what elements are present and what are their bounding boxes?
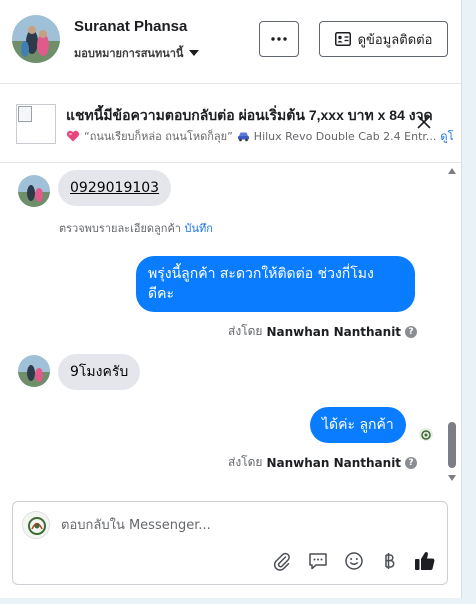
ad-context-card: แชทนี้มีข้อความตอบกลับต่อ ผ่อนเริ่มต้น 7… [0, 85, 461, 163]
seen-avatar [419, 427, 433, 441]
assign-label: มอบหมายการสนทนานี้ [74, 47, 184, 60]
conversation-panel: Suranat Phansa มอบหมายการสนทนานี้ ดูข้อม… [0, 0, 462, 598]
baht-icon [385, 553, 395, 569]
contact-avatar-small [18, 175, 50, 207]
sender-name: Nanwhan Nanthanit [266, 324, 402, 339]
like-button[interactable] [413, 549, 437, 573]
message-list: 0929019103 ตรวจพบรายละเอียดลูกค้า บันทึก… [0, 164, 461, 494]
sent-by-label: ส่งโดย [228, 324, 263, 338]
emoji-icon [345, 552, 363, 570]
help-icon[interactable]: ? [405, 325, 418, 338]
sent-by-row: ส่งโดย Nanwhan Nanthanit ? [228, 322, 418, 341]
incoming-message[interactable]: 9โมงครับ [58, 354, 141, 390]
payment-button[interactable] [377, 549, 401, 573]
page-avatar [22, 511, 50, 539]
phone-number[interactable]: 0929019103 [70, 180, 159, 196]
message-scrollbar[interactable] [446, 164, 458, 490]
view-ad-link[interactable]: ดูโ [440, 127, 453, 145]
message-text: ได้ค่ะ ลูกค้า [322, 417, 394, 433]
ad-vehicle: Hilux Revo Double Cab 2.4 Entr... [253, 129, 437, 143]
ad-thumbnail[interactable] [16, 104, 56, 144]
message-line: พรุ่งนี้ลูกค้า สะดวกให้ติดต่อ ช่วงกี่โมง [148, 266, 374, 282]
close-context-button[interactable] [414, 112, 434, 132]
thumbs-up-icon [415, 552, 435, 571]
conversation-header: Suranat Phansa มอบหมายการสนทนานี้ ดูข้อม… [0, 0, 461, 84]
incoming-message[interactable]: 0929019103 [58, 170, 172, 206]
saved-replies-button[interactable] [306, 549, 330, 573]
contact-avatar[interactable] [12, 15, 60, 63]
ad-slogan: “ถนนเรียบก็หล่อ ถนนโหดก็ลุย” [84, 130, 233, 143]
sent-by-row: ส่งโดย Nanwhan Nanthanit ? [228, 453, 418, 472]
car-icon [237, 132, 249, 141]
note-text: ตรวจพบรายละเอียดลูกค้า [59, 222, 181, 235]
view-contact-label: ดูข้อมูลติดต่อ [357, 32, 433, 48]
heart-icon [66, 130, 80, 142]
contact-avatar-small [18, 355, 50, 387]
assign-conversation-dropdown[interactable]: มอบหมายการสนทนานี้ [74, 44, 200, 62]
emoji-button[interactable] [342, 549, 366, 573]
outgoing-message[interactable]: พรุ่งนี้ลูกค้า สะดวกให้ติดต่อ ช่วงกี่โมง… [136, 256, 415, 312]
more-options-button[interactable] [259, 21, 299, 57]
attach-button[interactable] [270, 549, 294, 573]
scroll-thumb[interactable] [448, 422, 456, 468]
ad-title: แชทนี้มีข้อความตอบกลับต่อ ผ่อนเริ่มต้น 7… [66, 107, 433, 123]
message-text: 9โมงครับ [70, 364, 129, 380]
scroll-up-arrow[interactable] [448, 168, 456, 174]
message-line: ดีคะ [148, 286, 174, 302]
message-composer [12, 501, 448, 585]
sender-name: Nanwhan Nanthanit [266, 455, 402, 470]
reply-input[interactable] [61, 514, 431, 536]
sent-by-label: ส่งโดย [228, 455, 263, 469]
contact-card-icon [334, 32, 351, 46]
more-icon [271, 37, 287, 41]
close-icon [417, 115, 431, 129]
customer-detail-note: ตรวจพบรายละเอียดลูกค้า บันทึก [59, 219, 213, 237]
broken-image-icon [18, 106, 32, 122]
scroll-down-arrow[interactable] [448, 475, 456, 481]
outgoing-message[interactable]: ได้ค่ะ ลูกค้า [310, 407, 406, 443]
caret-down-icon [189, 50, 200, 56]
saved-reply-icon [309, 553, 327, 570]
save-detail-link[interactable]: บันทึก [184, 222, 212, 235]
ad-subtitle-row: “ถนนเรียบก็หล่อ ถนนโหดก็ลุย” Hilux Revo … [66, 127, 458, 145]
contact-name[interactable]: Suranat Phansa [74, 18, 187, 35]
paperclip-icon [273, 552, 290, 571]
view-contact-button[interactable]: ดูข้อมูลติดต่อ [319, 21, 448, 57]
help-icon[interactable]: ? [405, 456, 418, 469]
